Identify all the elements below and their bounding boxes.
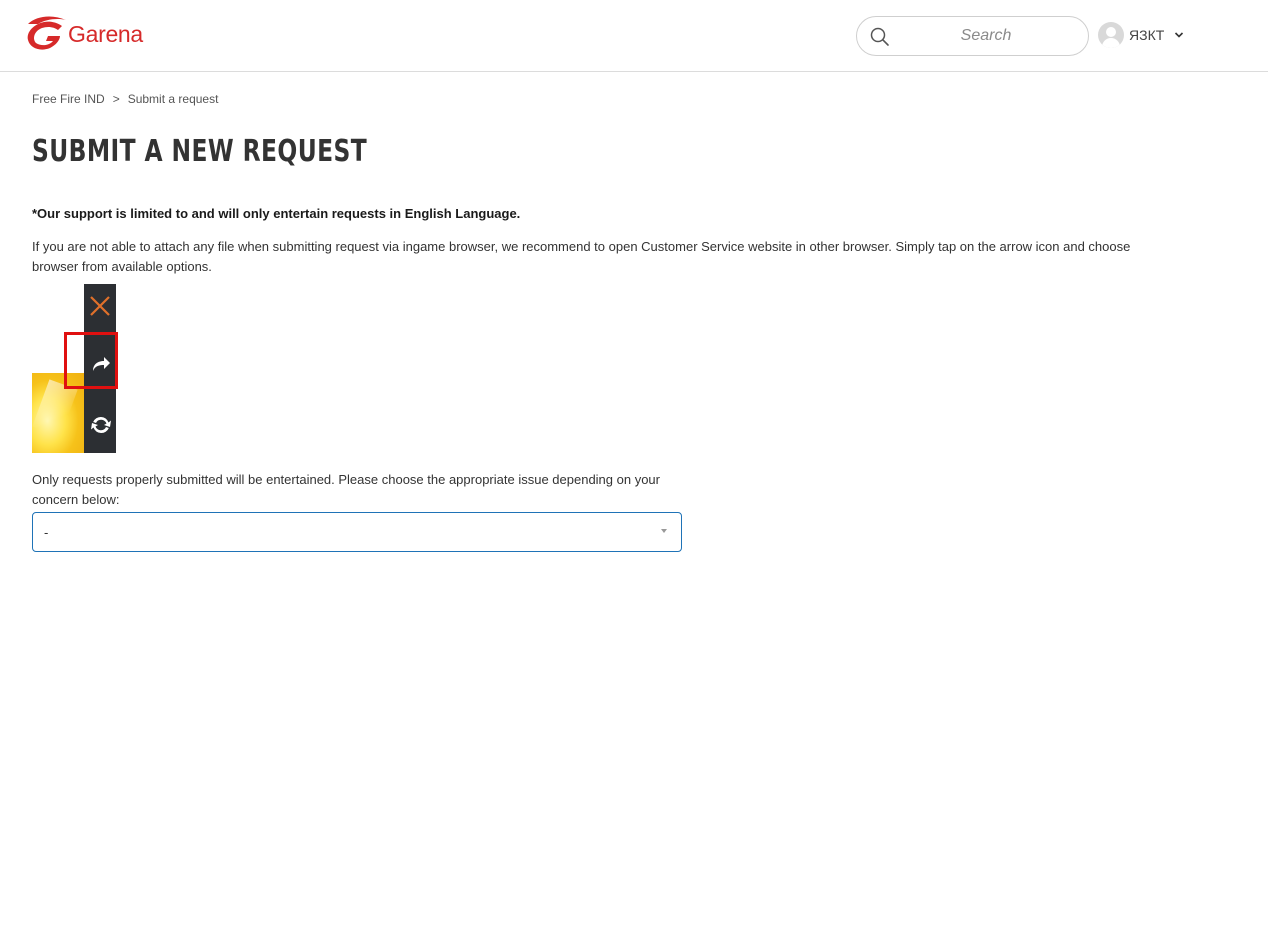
highlight-box: [64, 332, 118, 389]
avatar: [1098, 22, 1124, 48]
chevron-down-icon: [1175, 32, 1184, 38]
concern-instructions: Only requests properly submitted will be…: [32, 472, 660, 507]
close-icon: [90, 296, 110, 316]
garena-logo-icon: [27, 16, 66, 50]
breadcrumb-separator: >: [112, 92, 120, 106]
user-name: ЯЗКТ: [1129, 27, 1165, 43]
language-notice: *Our support is limited to and will only…: [32, 206, 521, 221]
breadcrumb-item-submit-request[interactable]: Submit a request: [128, 92, 219, 106]
refresh-icon: [91, 416, 111, 434]
breadcrumb: Free Fire IND > Submit a request: [32, 92, 218, 106]
breadcrumb-item-free-fire-ind[interactable]: Free Fire IND: [32, 92, 105, 106]
issue-type-select[interactable]: -: [32, 512, 682, 552]
garena-logo-text: Garena: [68, 20, 143, 47]
search-input[interactable]: [901, 19, 1071, 53]
caret-down-icon: [661, 529, 667, 533]
page-title: SUBMIT A NEW REQUEST: [32, 134, 368, 169]
issue-type-selected-value: -: [44, 525, 49, 540]
search-box[interactable]: [856, 16, 1089, 56]
browser-notice: If you are not able to attach any file w…: [32, 239, 1131, 274]
user-menu[interactable]: ЯЗКТ: [1098, 22, 1184, 48]
search-icon: [870, 27, 889, 46]
garena-logo[interactable]: Garena: [22, 14, 143, 54]
instruction-image: [32, 284, 118, 453]
site-header: Garena ЯЗКТ: [0, 0, 1268, 72]
